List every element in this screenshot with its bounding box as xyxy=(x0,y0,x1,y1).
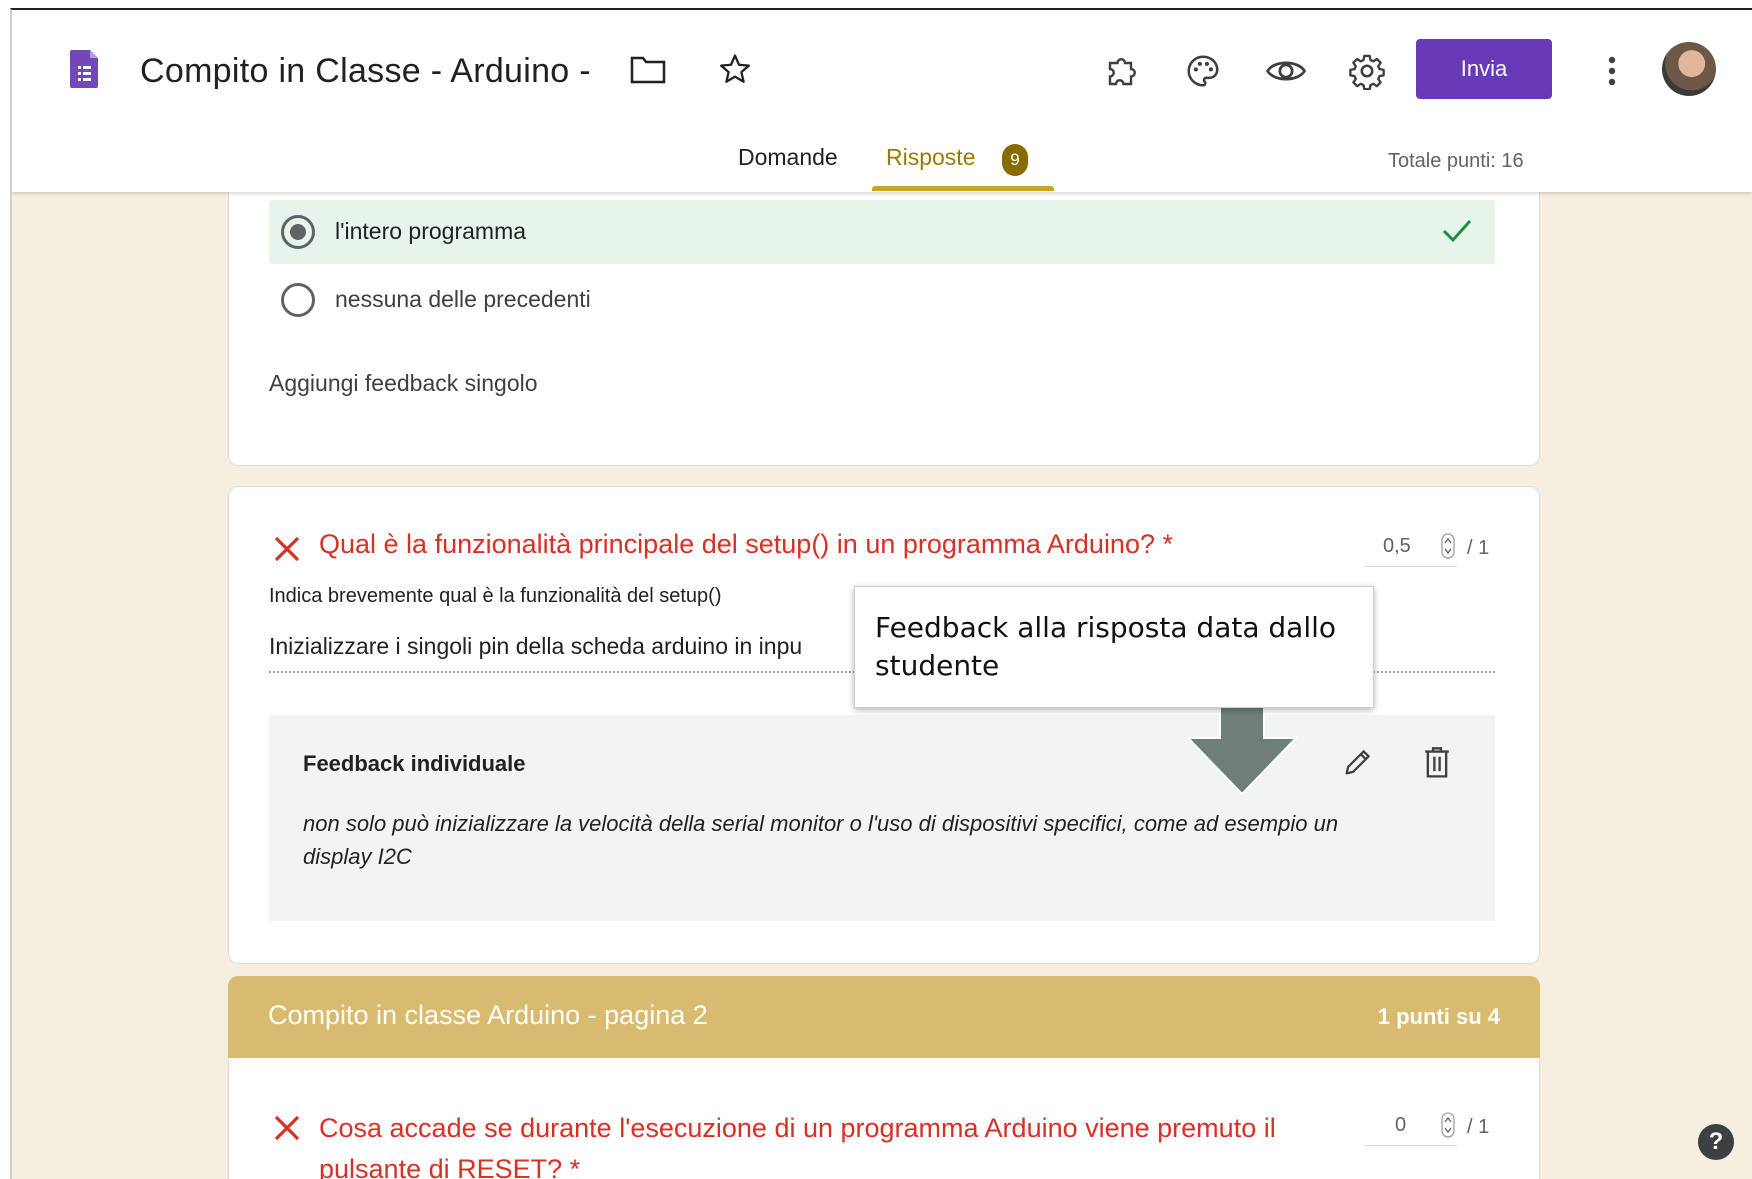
question-card-next: Cosa accade se durante l'esecuzione di u… xyxy=(228,1058,1540,1179)
preview-icon[interactable] xyxy=(1266,56,1306,86)
score-max: / 1 xyxy=(1467,537,1490,559)
top-bar: Compito in Classe - Arduino - Invia Doma… xyxy=(12,10,1752,192)
annotation-callout: Feedback alla risposta data dallo studen… xyxy=(854,586,1374,708)
delete-icon[interactable] xyxy=(1421,745,1453,779)
radio-selected xyxy=(281,215,315,249)
option-label: l'intero programma xyxy=(335,218,527,244)
score-max: / 1 xyxy=(1467,1116,1490,1138)
question-title: Qual è la funzionalità principale del se… xyxy=(319,529,1173,559)
question-description: Indica brevemente qual è la funzionalità… xyxy=(269,585,722,607)
wrong-icon xyxy=(274,1115,300,1141)
addons-icon[interactable] xyxy=(1104,54,1140,90)
option-label: nessuna delle precedenti xyxy=(335,286,591,312)
question-title: Cosa accade se durante l'esecuzione di u… xyxy=(319,1113,1276,1179)
wrong-icon xyxy=(274,536,300,562)
arrow-down-icon xyxy=(1185,706,1299,796)
score-value: 0 xyxy=(1395,1114,1407,1136)
spinner-icon[interactable] xyxy=(1441,533,1455,559)
document-title[interactable]: Compito in Classe - Arduino - xyxy=(140,52,591,91)
folder-icon[interactable] xyxy=(630,54,666,84)
avatar[interactable] xyxy=(1662,42,1716,96)
send-button[interactable]: Invia xyxy=(1416,39,1552,99)
star-icon[interactable] xyxy=(718,52,752,86)
spinner-icon[interactable] xyxy=(1441,1112,1455,1138)
section-title: Compito in classe Arduino - pagina 2 xyxy=(268,1000,708,1030)
palette-icon[interactable] xyxy=(1184,52,1222,90)
forms-icon[interactable] xyxy=(70,50,98,88)
score-value: 0,5 xyxy=(1383,535,1411,557)
forms-window: Compito in Classe - Arduino - Invia Doma… xyxy=(10,8,1752,1179)
radio-unselected xyxy=(281,283,315,317)
settings-icon[interactable] xyxy=(1348,52,1386,90)
question-card-previous: l'intero programma nessuna delle precede… xyxy=(228,160,1540,466)
total-points: Totale punti: 16 xyxy=(1388,150,1524,172)
help-icon[interactable]: ? xyxy=(1698,1124,1734,1160)
score-input[interactable]: 0 xyxy=(1363,1106,1457,1146)
individual-feedback: Feedback individuale non solo può inizia… xyxy=(269,715,1495,921)
question-card: Qual è la funzionalità principale del se… xyxy=(228,486,1540,964)
more-vert-icon[interactable] xyxy=(1606,54,1618,88)
active-tab-indicator xyxy=(872,186,1054,191)
section-header: Compito in classe Arduino - pagina 2 1 p… xyxy=(228,976,1540,1058)
option-correct: l'intero programma xyxy=(269,200,1495,264)
edit-icon[interactable] xyxy=(1341,745,1375,779)
tab-domande[interactable]: Domande xyxy=(738,144,838,171)
tab-risposte[interactable]: Risposte xyxy=(886,144,975,171)
check-icon xyxy=(1442,219,1472,243)
feedback-text: non solo può inizializzare la velocità d… xyxy=(303,811,1339,869)
section-points: 1 punti su 4 xyxy=(1377,1004,1500,1029)
feedback-title: Feedback individuale xyxy=(303,751,526,776)
responses-count-badge: 9 xyxy=(1002,144,1028,176)
score-input[interactable]: 0,5 xyxy=(1363,527,1457,567)
add-feedback-link[interactable]: Aggiungi feedback singolo xyxy=(269,370,538,397)
